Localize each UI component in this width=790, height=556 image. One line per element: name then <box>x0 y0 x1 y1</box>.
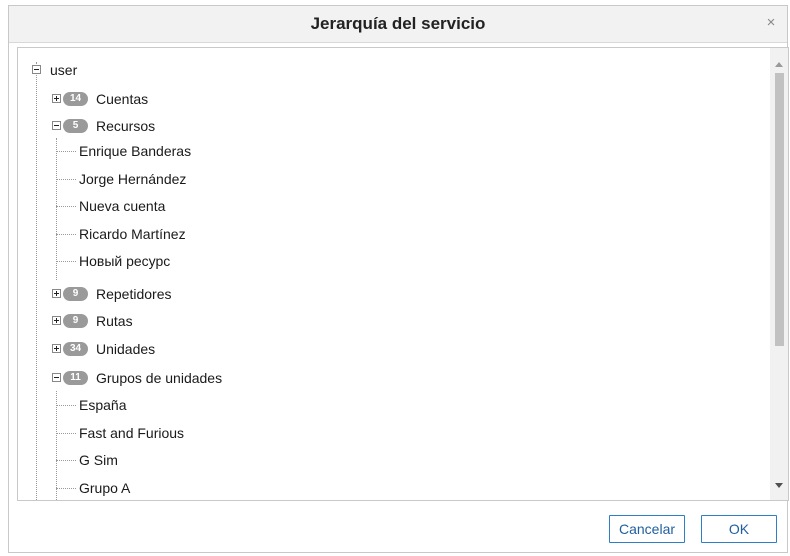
tree-leaf-label: Enrique Banderas <box>79 143 192 159</box>
tree-leaf-label: Nueva cuenta <box>79 198 166 214</box>
vertical-scrollbar[interactable] <box>770 48 788 500</box>
dialog-titlebar: Jerarquía del servicio × <box>9 6 787 43</box>
tree-panel: user 14 Cuentas 5 Recursos Enrique Bande… <box>17 47 789 501</box>
cancel-button[interactable]: Cancelar <box>609 515 685 543</box>
count-badge: 11 <box>63 371 88 385</box>
tree-node-repetidores[interactable]: 9 Repetidores <box>18 283 278 305</box>
tree-leaf[interactable]: Fast and Furious <box>18 422 318 444</box>
tree-leaf[interactable]: Grupo A <box>18 477 318 499</box>
tree-node-label: Repetidores <box>96 286 172 302</box>
service-hierarchy-dialog: Jerarquía del servicio × user 14 Cuentas… <box>8 5 789 553</box>
collapse-icon[interactable] <box>52 121 61 130</box>
hierarchy-tree: user 14 Cuentas 5 Recursos Enrique Bande… <box>18 48 770 500</box>
collapse-icon[interactable] <box>32 65 41 74</box>
tree-leaf-label: España <box>79 397 127 413</box>
count-badge: 9 <box>63 287 88 301</box>
count-badge: 9 <box>63 314 88 328</box>
count-badge: 5 <box>63 119 88 133</box>
scroll-down-icon[interactable] <box>775 483 783 488</box>
tree-leaf[interactable]: G Sim <box>18 449 318 471</box>
expand-icon[interactable] <box>52 344 61 353</box>
tree-leaf[interactable]: Ricardo Martínez <box>18 223 318 245</box>
tree-node-rutas[interactable]: 9 Rutas <box>18 310 278 332</box>
tree-root-node[interactable]: user <box>18 59 218 81</box>
tree-node-grupos-de-unidades[interactable]: 11 Grupos de unidades <box>18 367 318 389</box>
tree-leaf-label: Ricardo Martínez <box>79 226 186 242</box>
tree-node-label: Rutas <box>96 313 133 329</box>
expand-icon[interactable] <box>52 316 61 325</box>
count-badge: 34 <box>63 342 88 356</box>
collapse-icon[interactable] <box>52 373 61 382</box>
tree-leaf-label: Jorge Hernández <box>79 171 187 187</box>
tree-node-label: Cuentas <box>96 91 149 107</box>
tree-leaf[interactable]: Новый ресурс <box>18 250 318 272</box>
tree-leaf-label: Новый ресурс <box>79 253 171 269</box>
tree-leaf-label: G Sim <box>79 452 118 468</box>
tree-leaf[interactable]: España <box>18 394 318 416</box>
tree-leaf-label: Grupo A <box>79 480 131 496</box>
scroll-up-icon[interactable] <box>775 62 783 67</box>
ok-button[interactable]: OK <box>701 515 777 543</box>
expand-icon[interactable] <box>52 94 61 103</box>
dialog-title: Jerarquía del servicio <box>310 14 486 33</box>
tree-node-label: Grupos de unidades <box>96 370 223 386</box>
tree-leaf[interactable]: Nueva cuenta <box>18 195 318 217</box>
tree-node-unidades[interactable]: 34 Unidades <box>18 338 278 360</box>
tree-node-label: Unidades <box>96 341 156 357</box>
tree-root-label: user <box>50 62 78 78</box>
count-badge: 14 <box>63 92 88 106</box>
tree-leaf[interactable]: Jorge Hernández <box>18 168 318 190</box>
tree-node-recursos[interactable]: 5 Recursos <box>18 115 278 137</box>
tree-leaf[interactable]: Enrique Banderas <box>18 140 318 162</box>
tree-node-label: Recursos <box>96 118 156 134</box>
scrollbar-thumb[interactable] <box>775 73 784 346</box>
tree-leaf-label: Fast and Furious <box>79 425 185 441</box>
expand-icon[interactable] <box>52 289 61 298</box>
close-icon[interactable]: × <box>763 15 779 31</box>
tree-node-cuentas[interactable]: 14 Cuentas <box>18 88 278 110</box>
